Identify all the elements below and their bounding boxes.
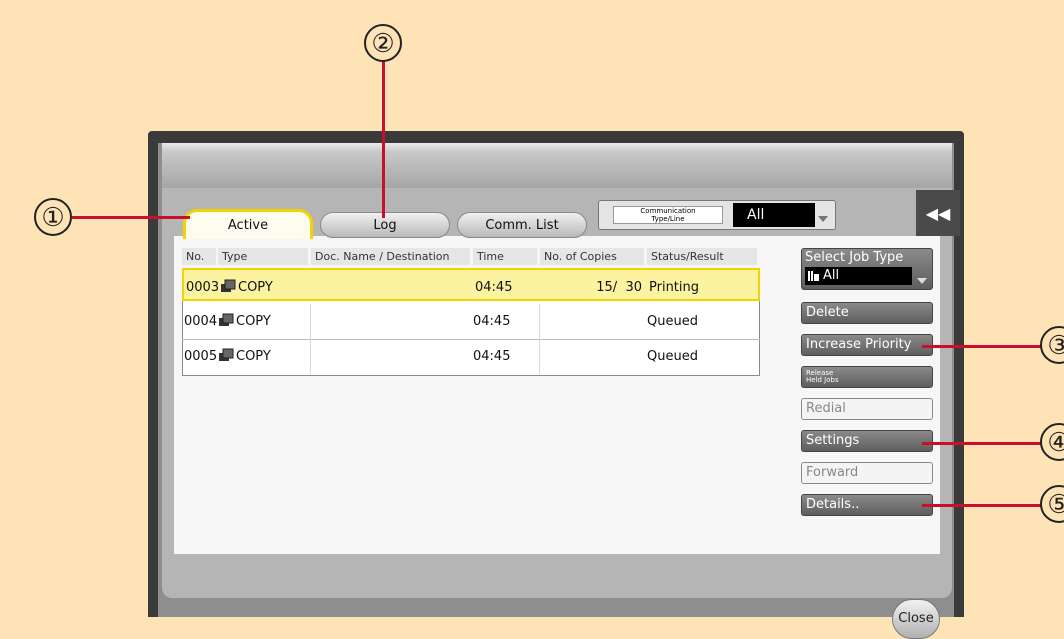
cell-copies [540, 304, 640, 339]
cell-copies: 15/ 30 [596, 280, 642, 295]
callout-1-line [72, 216, 190, 219]
callout-1: ① [34, 198, 72, 236]
redial-button[interactable]: Redial [801, 398, 933, 420]
cell-status: Queued [647, 349, 698, 364]
cell-type-label: COPY [236, 314, 271, 329]
column-divider [310, 304, 311, 339]
column-header-type: Type [218, 248, 308, 265]
column-header-doc-name: Doc. Name / Destination [311, 248, 470, 265]
callout-2: ② [364, 24, 402, 62]
copy-icon [219, 313, 234, 326]
tab-active[interactable]: Active [183, 209, 313, 239]
table-row[interactable]: 0004 COPY 04:45 Queued [182, 304, 760, 340]
cell-type: COPY [218, 339, 271, 374]
cell-type-label: COPY [236, 349, 271, 364]
cell-no: 0003 [186, 280, 220, 295]
cell-copies [540, 339, 640, 374]
callout-3-line [922, 345, 1042, 348]
cell-status: Queued [647, 314, 698, 329]
cell-type: COPY [218, 304, 271, 339]
tab-log-label: Log [373, 217, 397, 233]
job-type-value[interactable]: All [805, 267, 912, 285]
communication-type-label: Communication Type/Line [613, 206, 723, 224]
cell-status: Printing [649, 280, 700, 295]
collapse-panel-button[interactable]: ◀◀ [916, 190, 960, 236]
copy-icon [221, 279, 236, 292]
release-held-jobs-button[interactable]: Release Held Jobs [801, 366, 933, 388]
cell-time: 04:45 [473, 314, 511, 329]
communication-type-value[interactable]: All [733, 203, 815, 227]
dropdown-arrow-icon[interactable] [818, 216, 828, 222]
job-stack-icon [808, 271, 819, 281]
cell-time: 04:45 [475, 280, 513, 295]
tab-log[interactable]: Log [320, 212, 450, 238]
details-button[interactable]: Details.. [801, 494, 933, 516]
close-button[interactable]: Close [892, 599, 940, 639]
select-job-type-label: Select Job Type [805, 250, 904, 265]
table-row[interactable]: 0005 COPY 04:45 Queued [182, 339, 760, 374]
increase-priority-button[interactable]: Increase Priority [801, 334, 933, 356]
double-left-arrow-icon: ◀◀ [925, 203, 951, 223]
settings-button[interactable]: Settings [801, 430, 933, 452]
callout-3: ③ [1040, 326, 1064, 364]
screen-header-bar [162, 143, 952, 188]
cell-time: 04:45 [473, 349, 511, 364]
column-header-status: Status/Result [647, 248, 757, 265]
cell-type: COPY [220, 270, 273, 305]
comm-label-line2: Type/Line [651, 215, 685, 223]
callout-2-line [382, 58, 385, 218]
copy-icon [219, 348, 234, 361]
dropdown-arrow-icon[interactable] [917, 278, 927, 284]
table-row[interactable]: 0003 COPY 04:45 15/ 30 Printing [182, 268, 760, 301]
column-header-copies: No. of Copies [540, 248, 644, 265]
tab-comm-list[interactable]: Comm. List [457, 212, 587, 238]
cell-no: 0005 [184, 349, 218, 364]
cell-type-label: COPY [238, 280, 273, 295]
delete-button[interactable]: Delete [801, 302, 933, 324]
column-divider [310, 339, 311, 374]
column-header-no: No. [182, 248, 216, 265]
callout-4: ④ [1040, 423, 1064, 461]
comm-label-line1: Communication [640, 207, 696, 215]
forward-button[interactable]: Forward [801, 462, 933, 484]
tab-active-label: Active [227, 218, 269, 233]
release-label-line2: Held Jobs [806, 376, 839, 384]
tab-comm-list-label: Comm. List [485, 217, 559, 233]
callout-5-line [922, 504, 1042, 507]
callout-5: ⑤ [1040, 485, 1064, 523]
callout-4-line [922, 442, 1042, 445]
cell-no: 0004 [184, 314, 218, 329]
column-header-time: Time [473, 248, 537, 265]
